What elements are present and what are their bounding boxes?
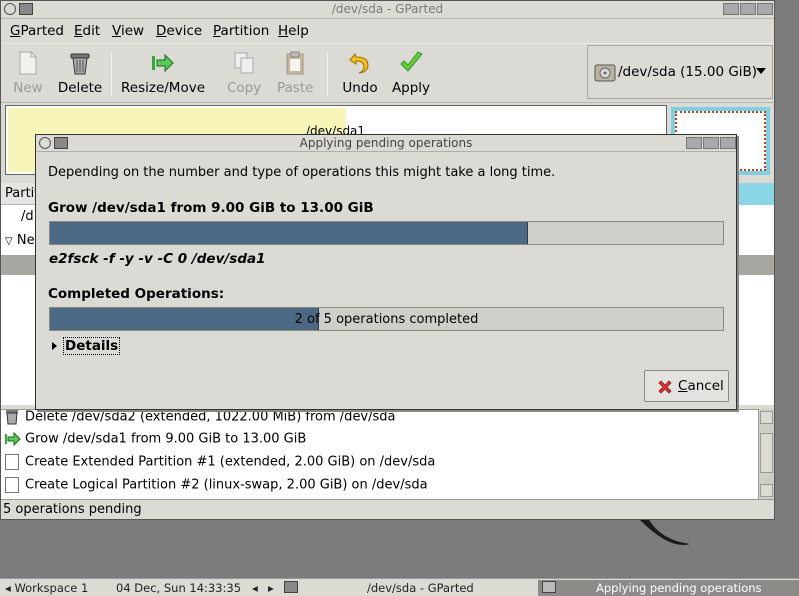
menu-edit[interactable]: Edit xyxy=(74,23,100,39)
scroll-down-arrow-icon[interactable] xyxy=(760,484,773,497)
paste-icon xyxy=(282,50,308,76)
paste-button[interactable]: Paste xyxy=(277,50,313,96)
close-button[interactable] xyxy=(720,137,736,149)
progress-fill xyxy=(50,222,528,244)
current-operation-progress xyxy=(49,221,724,245)
operations-scrollbar[interactable] xyxy=(758,409,774,499)
progress-text: 2 of 5 operations completed xyxy=(294,312,479,327)
new-button[interactable]: New xyxy=(11,50,45,96)
cancel-button[interactable]: Cancel xyxy=(644,370,729,402)
resize-arrow-icon xyxy=(5,431,21,447)
menu-help[interactable]: Help xyxy=(278,23,309,39)
list-item[interactable]: Delete /dev/sda2 (extended, 1022.00 MiB)… xyxy=(5,409,396,429)
new-doc-icon xyxy=(5,477,19,493)
cancel-icon xyxy=(657,379,673,395)
harddisk-icon xyxy=(594,62,616,84)
menu-gparted[interactable]: GParted xyxy=(10,23,64,39)
checkmark-icon xyxy=(398,50,424,76)
window-titlebar[interactable]: /dev/sda - GParted xyxy=(1,1,774,19)
status-text: 5 operations pending xyxy=(3,502,142,517)
undo-button[interactable]: Undo xyxy=(341,50,379,96)
copy-button[interactable]: Copy xyxy=(227,50,261,96)
apply-operations-dialog: Applying pending operations Depending on… xyxy=(35,134,737,410)
device-label: /dev/sda (15.00 GiB) xyxy=(618,64,758,80)
undo-icon xyxy=(347,50,373,76)
completed-operations-label: Completed Operations: xyxy=(48,286,225,302)
minimize-button[interactable] xyxy=(723,3,739,15)
table-row[interactable]: ▽ Ne xyxy=(5,233,35,248)
prev-task-arrow-icon[interactable]: ◂ xyxy=(252,581,258,595)
expander-arrow-icon xyxy=(52,342,57,350)
current-operation-label: Grow /dev/sda1 from 9.00 GiB to 13.00 Gi… xyxy=(48,200,374,216)
list-item[interactable]: Create Logical Partition #2 (linux-swap,… xyxy=(5,477,428,497)
menu-device[interactable]: Device xyxy=(156,23,202,39)
device-selector[interactable]: /dev/sda (15.00 GiB) xyxy=(587,45,773,99)
menu-partition[interactable]: Partition xyxy=(213,23,269,39)
dialog-message: Depending on the number and type of oper… xyxy=(48,165,556,180)
menubar: GParted Edit View Device Partition Help xyxy=(1,20,774,43)
workspace-switcher[interactable]: ◂ Workspace 1 xyxy=(5,581,88,595)
dialog-titlebar[interactable]: Applying pending operations xyxy=(36,135,736,152)
scroll-thumb[interactable] xyxy=(760,433,773,473)
taskbar: ◂ Workspace 1 04 Dec, Sun 14:33:35 ◂ ▸ /… xyxy=(0,578,799,596)
scroll-up-arrow-icon[interactable] xyxy=(760,411,773,424)
menu-view[interactable]: View xyxy=(112,23,144,39)
apply-button[interactable]: Apply xyxy=(391,50,431,96)
window-title: /dev/sda - GParted xyxy=(331,2,444,16)
task-applying-operations[interactable]: Applying pending operations xyxy=(538,580,799,596)
new-doc-icon xyxy=(5,454,19,470)
chevron-down-icon xyxy=(756,68,766,74)
toolbar-separator xyxy=(327,52,328,96)
next-task-arrow-icon[interactable]: ▸ xyxy=(268,581,274,595)
new-doc-icon xyxy=(15,50,41,76)
color-cell xyxy=(738,183,774,205)
app-icon xyxy=(542,581,556,593)
pending-operations-list: Delete /dev/sda2 (extended, 1022.00 MiB)… xyxy=(1,409,758,499)
list-item[interactable]: Create Extended Partition #1 (extended, … xyxy=(5,454,435,474)
copy-icon xyxy=(231,50,257,76)
table-row[interactable]: /d xyxy=(21,209,34,224)
details-expander[interactable]: Details xyxy=(52,337,121,355)
toolbar-separator xyxy=(111,52,112,96)
clock: 04 Dec, Sun 14:33:35 xyxy=(116,581,242,595)
minimize-button[interactable] xyxy=(686,137,702,149)
resize-move-button[interactable]: Resize/Move xyxy=(121,50,205,96)
delete-button[interactable]: Delete xyxy=(57,50,103,96)
current-command: e2fsck -f -y -v -C 0 /dev/sda1 xyxy=(49,251,266,267)
task-gparted[interactable]: /dev/sda - GParted xyxy=(282,580,536,596)
maximize-button[interactable] xyxy=(703,137,719,149)
status-bar: 5 operations pending xyxy=(1,499,774,519)
resize-arrow-icon xyxy=(150,50,176,76)
completed-operations-progress: 2 of 5 operations completed xyxy=(49,307,724,331)
app-icon xyxy=(284,581,298,593)
dialog-title: Applying pending operations xyxy=(299,136,473,150)
list-item[interactable]: Grow /dev/sda1 from 9.00 GiB to 13.00 Gi… xyxy=(5,431,306,451)
trash-icon xyxy=(5,409,19,425)
maximize-button[interactable] xyxy=(740,3,756,15)
trash-icon xyxy=(67,50,93,76)
close-button[interactable] xyxy=(757,3,773,15)
